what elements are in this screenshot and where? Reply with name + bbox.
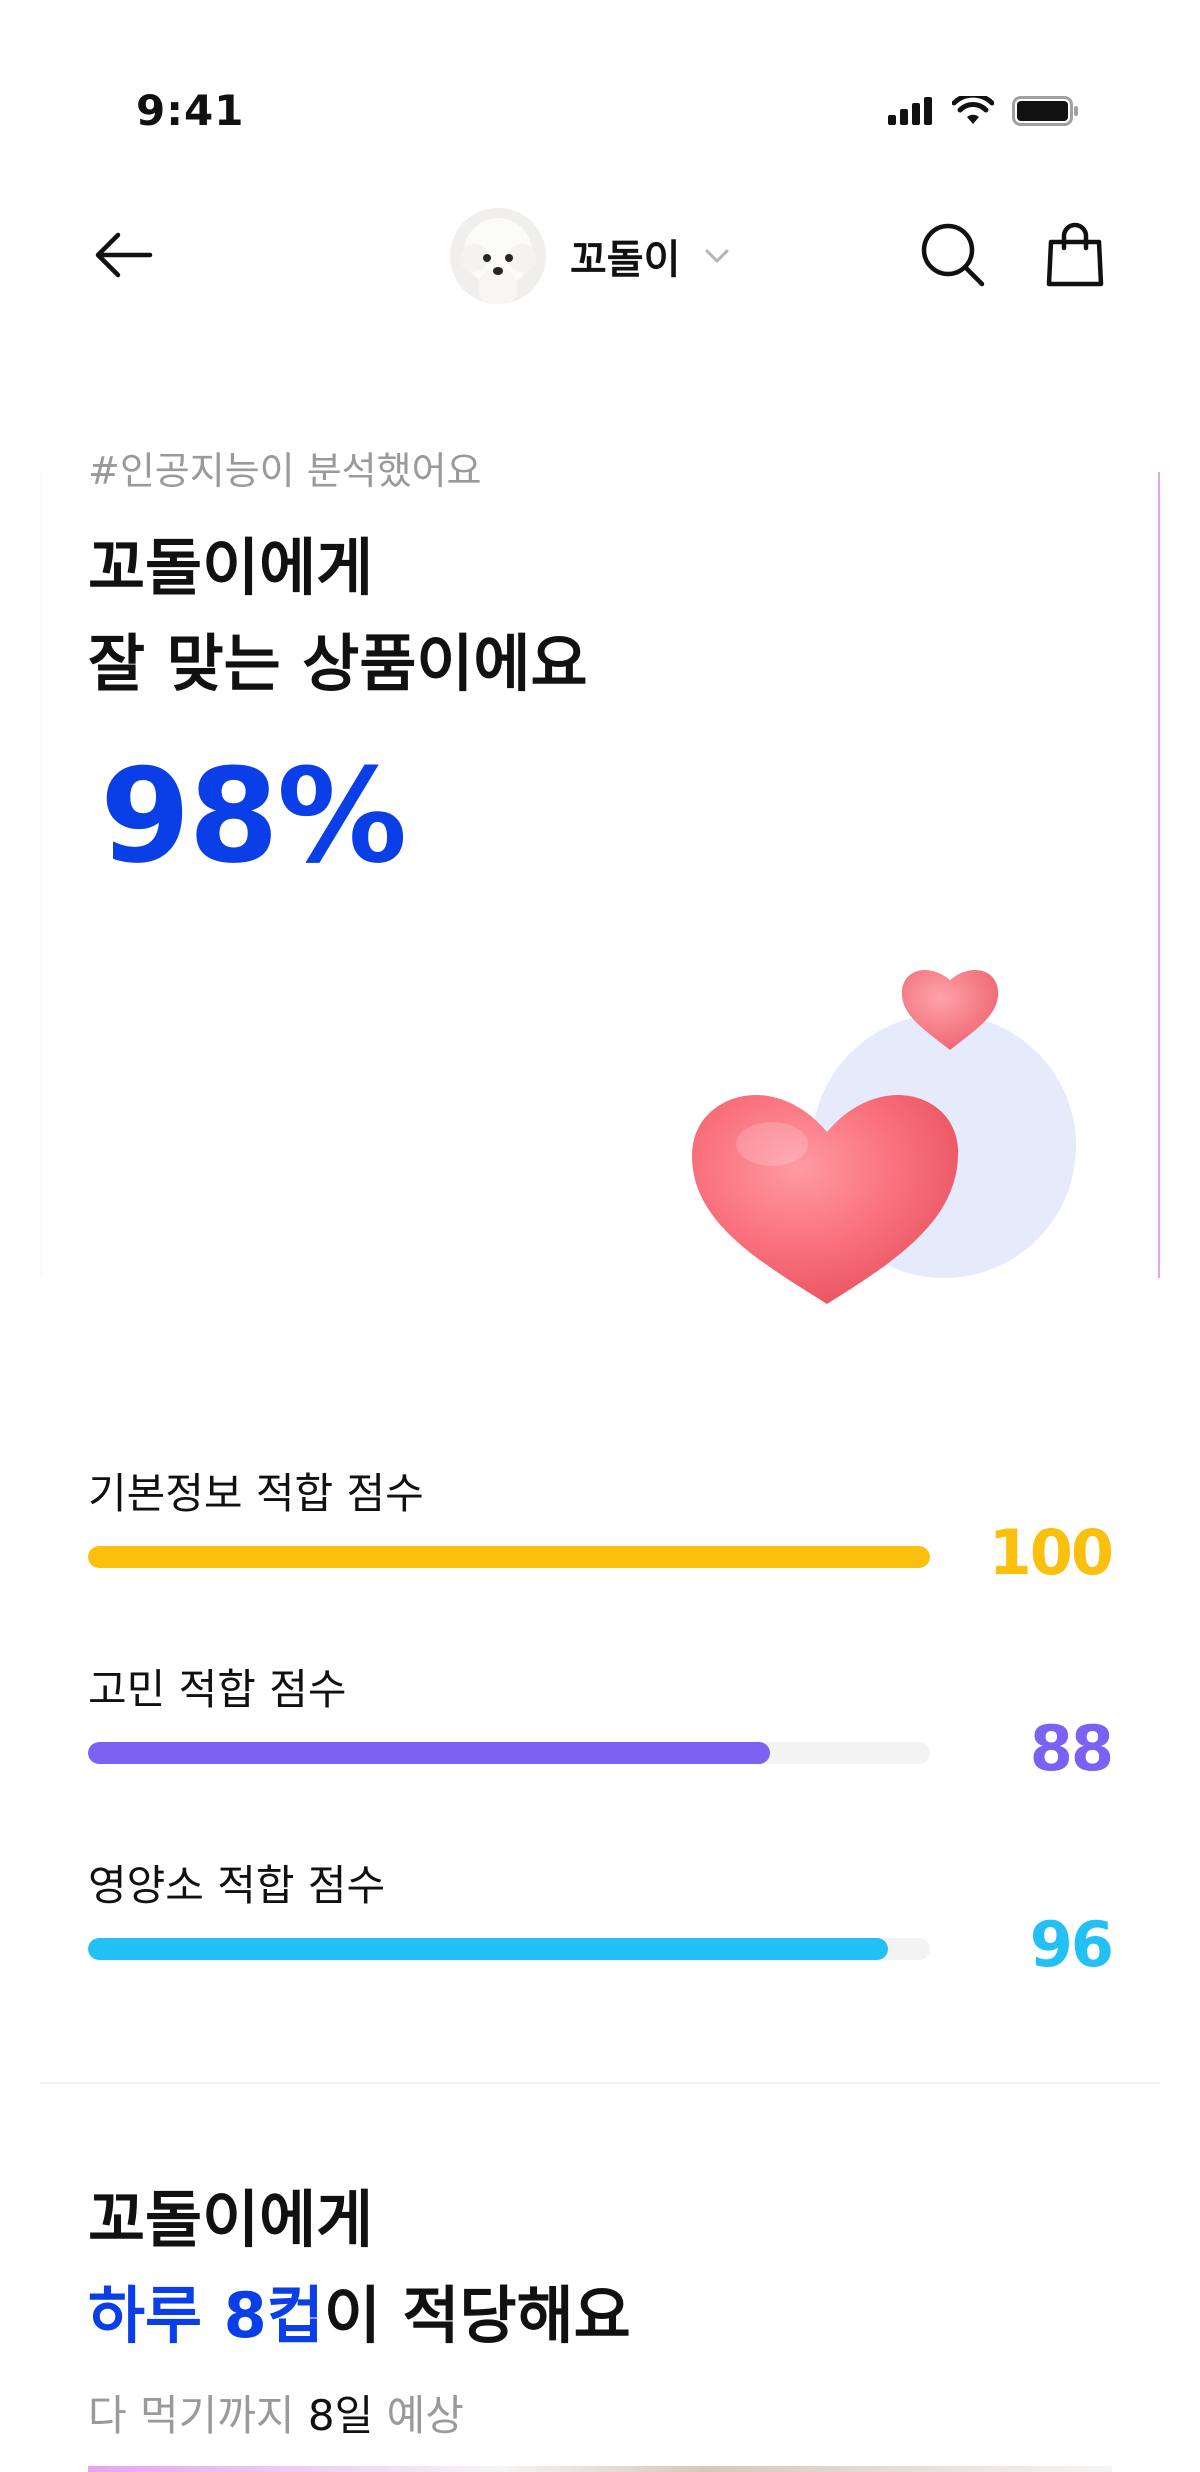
status-time: 9:41	[136, 86, 245, 135]
score-bar-fill	[88, 1938, 888, 1960]
pet-name: 꼬돌이	[570, 237, 681, 283]
signal-icon	[888, 97, 932, 125]
section-divider	[40, 2082, 1160, 2084]
recommendation-line1: 꼬돌이에게	[88, 2183, 374, 2256]
daily-amount: 하루 8컵	[88, 2279, 324, 2352]
hearts-illustration	[692, 969, 1076, 1304]
match-title-line2: 잘 맞는 상품이에요	[88, 627, 588, 700]
arrow-left-icon	[95, 232, 153, 278]
cart-button[interactable]	[1040, 220, 1110, 290]
shopping-bag-icon	[1046, 222, 1104, 287]
finish-days: 8일	[307, 2391, 374, 2440]
avatar	[450, 208, 546, 304]
score-row-nutrient: 영양소 적합 점수 96	[88, 1832, 1114, 2028]
product-image-strip	[88, 2466, 1112, 2472]
fit-score-list: 기본정보 적합 점수 100 고민 적합 점수 88 영양소 적합 점수 96	[88, 1440, 1114, 2028]
pet-selector[interactable]: 꼬돌이	[450, 208, 730, 304]
recommendation-line2-rest: 이 적당해요	[323, 2279, 631, 2352]
status-icons	[888, 96, 1080, 126]
score-label: 기본정보 적합 점수	[88, 1469, 424, 1518]
match-title-line1: 꼬돌이에게	[88, 531, 374, 604]
finish-estimate: 다 먹기까지 8일 예상	[88, 2382, 1112, 2443]
finish-estimate-suffix: 예상	[373, 2391, 464, 2440]
score-bar-fill	[88, 1546, 930, 1568]
ai-hashtag: #인공지능이 분석했어요	[88, 449, 482, 493]
ai-analysis-card: #인공지능이 분석했어요 꼬돌이에게 잘 맞는 상품이에요 98%	[40, 420, 1160, 1304]
card-edge-accent	[1158, 472, 1160, 1278]
score-bar-fill	[88, 1742, 771, 1764]
score-bar-track	[88, 1938, 930, 1960]
wifi-icon	[952, 96, 994, 124]
search-icon	[921, 223, 985, 287]
score-value: 96	[1029, 1908, 1114, 1981]
score-value: 100	[988, 1516, 1114, 1589]
search-button[interactable]	[918, 220, 988, 290]
status-bar: 9:41	[0, 0, 1200, 200]
finish-estimate-prefix: 다 먹기까지	[88, 2391, 308, 2440]
recommendation-line2: 하루 8컵이 적당해요	[88, 2268, 1112, 2364]
score-value: 88	[1029, 1712, 1114, 1785]
score-label: 고민 적합 점수	[88, 1665, 347, 1714]
score-row-concern: 고민 적합 점수 88	[88, 1636, 1114, 1832]
match-percent: 98%	[100, 740, 407, 892]
top-navigation: 꼬돌이	[0, 200, 1200, 310]
chevron-down-icon	[705, 249, 729, 263]
score-bar-track	[88, 1546, 930, 1568]
score-bar-track	[88, 1742, 930, 1764]
score-label: 영양소 적합 점수	[88, 1861, 386, 1910]
battery-icon	[1012, 96, 1078, 126]
back-button[interactable]	[88, 220, 158, 290]
match-title: 꼬돌이에게 잘 맞는 상품이에요	[88, 520, 588, 712]
card-edge	[40, 472, 44, 1278]
feeding-recommendation: 꼬돌이에게 하루 8컵이 적당해요 다 먹기까지 8일 예상	[88, 2172, 1112, 2443]
dog-avatar-icon	[450, 208, 546, 304]
score-row-basic-info: 기본정보 적합 점수 100	[88, 1440, 1114, 1636]
